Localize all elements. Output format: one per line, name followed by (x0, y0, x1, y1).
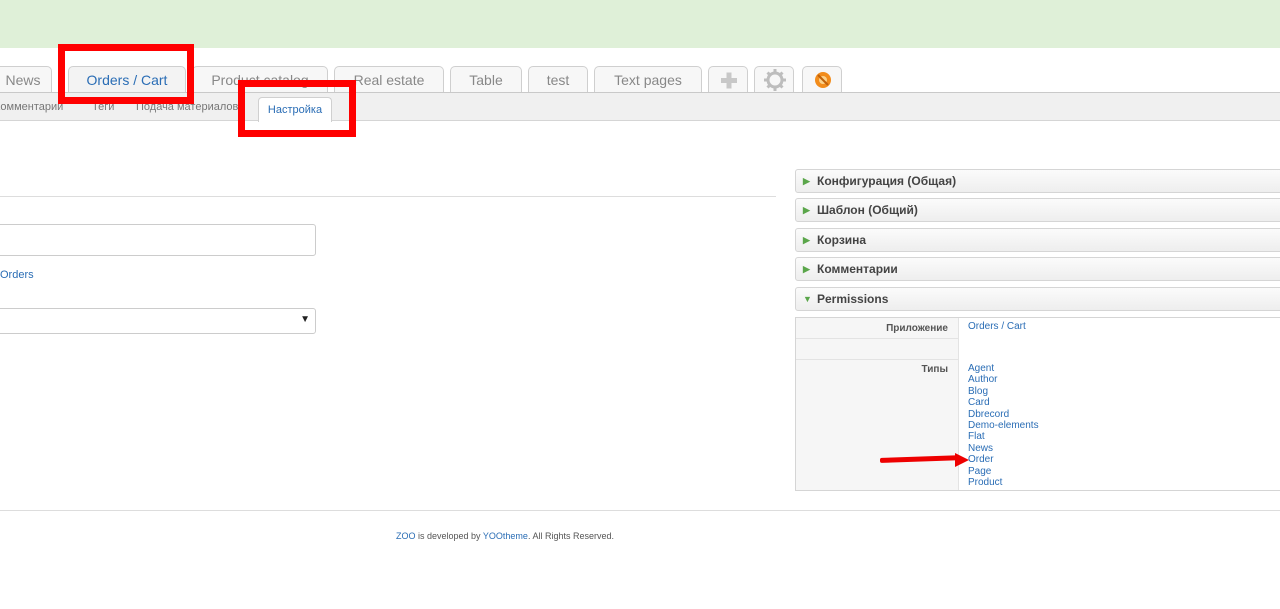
gear-icon (764, 69, 786, 91)
tab-table[interactable]: Table (450, 66, 522, 92)
panel-permissions[interactable]: ▼ Permissions (795, 287, 1280, 311)
settings-tab[interactable] (754, 66, 794, 92)
type-link-demo-elements[interactable]: Demo-elements (968, 420, 1039, 431)
type-link-agent[interactable]: Agent (968, 363, 1039, 374)
type-link-card[interactable]: Card (968, 397, 1039, 408)
tab-test[interactable]: test (528, 66, 588, 92)
panel-title: Permissions (817, 292, 889, 306)
type-link-flat[interactable]: Flat (968, 431, 1039, 442)
panel-cart[interactable]: ▶ Корзина (795, 228, 1280, 252)
panel-comments[interactable]: ▶ Комментарии (795, 257, 1280, 281)
footer-rights: . All Rights Reserved. (527, 531, 614, 541)
types-label: Типы (921, 364, 948, 375)
permissions-label-column (796, 318, 959, 490)
zoo-link[interactable]: ZOO (396, 531, 416, 541)
top-banner (0, 0, 1280, 48)
type-link-author[interactable]: Author (968, 374, 1039, 385)
row-divider (796, 338, 958, 339)
chevron-down-icon: ▼ (300, 314, 310, 325)
template-select[interactable]: ▼ (0, 308, 316, 334)
panel-title: Корзина (817, 233, 867, 247)
name-input[interactable] (0, 224, 316, 256)
types-list: Agent Author Blog Card Dbrecord Demo-ele… (968, 363, 1039, 488)
panel-title: Конфигурация (Общая) (817, 174, 957, 188)
highlight-box-config-tab (238, 80, 356, 137)
highlight-box-orders-tab (58, 44, 194, 104)
type-link-blog[interactable]: Blog (968, 386, 1039, 397)
panel-title: Шаблон (Общий) (817, 203, 918, 217)
type-link-product[interactable]: Product (968, 477, 1039, 488)
type-link-order[interactable]: Order (968, 454, 1039, 465)
collapse-arrow-icon: ▼ (803, 294, 812, 304)
divider (0, 196, 776, 197)
plus-icon (721, 72, 737, 89)
alias-link[interactable]: Orders (0, 269, 34, 281)
type-link-page[interactable]: Page (968, 466, 1039, 477)
add-app-tab[interactable] (708, 66, 748, 92)
type-link-news[interactable]: News (968, 443, 1039, 454)
permissions-table: Приложение Orders / Cart Типы Agent Auth… (795, 317, 1280, 491)
application-label: Приложение (886, 323, 948, 334)
annotation-arrow-head (955, 453, 969, 467)
panel-template-general[interactable]: ▶ Шаблон (Общий) (795, 198, 1280, 222)
subnav-comments[interactable]: Комментарии (0, 101, 63, 113)
footer: ZOO is developed by YOOtheme. All Rights… (0, 531, 1010, 541)
puzzle-icon (815, 72, 831, 88)
footer-text: is developed by (415, 531, 483, 541)
tab-text-pages[interactable]: Text pages (594, 66, 702, 92)
application-link[interactable]: Orders / Cart (968, 321, 1026, 332)
tab-news[interactable]: News (0, 66, 52, 92)
panel-config-general[interactable]: ▶ Конфигурация (Общая) (795, 169, 1280, 193)
expand-arrow-icon: ▶ (803, 176, 810, 186)
row-divider (796, 359, 958, 360)
expand-arrow-icon: ▶ (803, 205, 810, 215)
yootheme-link[interactable]: YOOtheme (483, 531, 528, 541)
expand-arrow-icon: ▶ (803, 264, 810, 274)
expand-arrow-icon: ▶ (803, 235, 810, 245)
install-tab[interactable] (802, 66, 842, 92)
footer-divider (0, 510, 1280, 511)
type-link-dbrecord[interactable]: Dbrecord (968, 409, 1039, 420)
panel-title: Комментарии (817, 262, 898, 276)
